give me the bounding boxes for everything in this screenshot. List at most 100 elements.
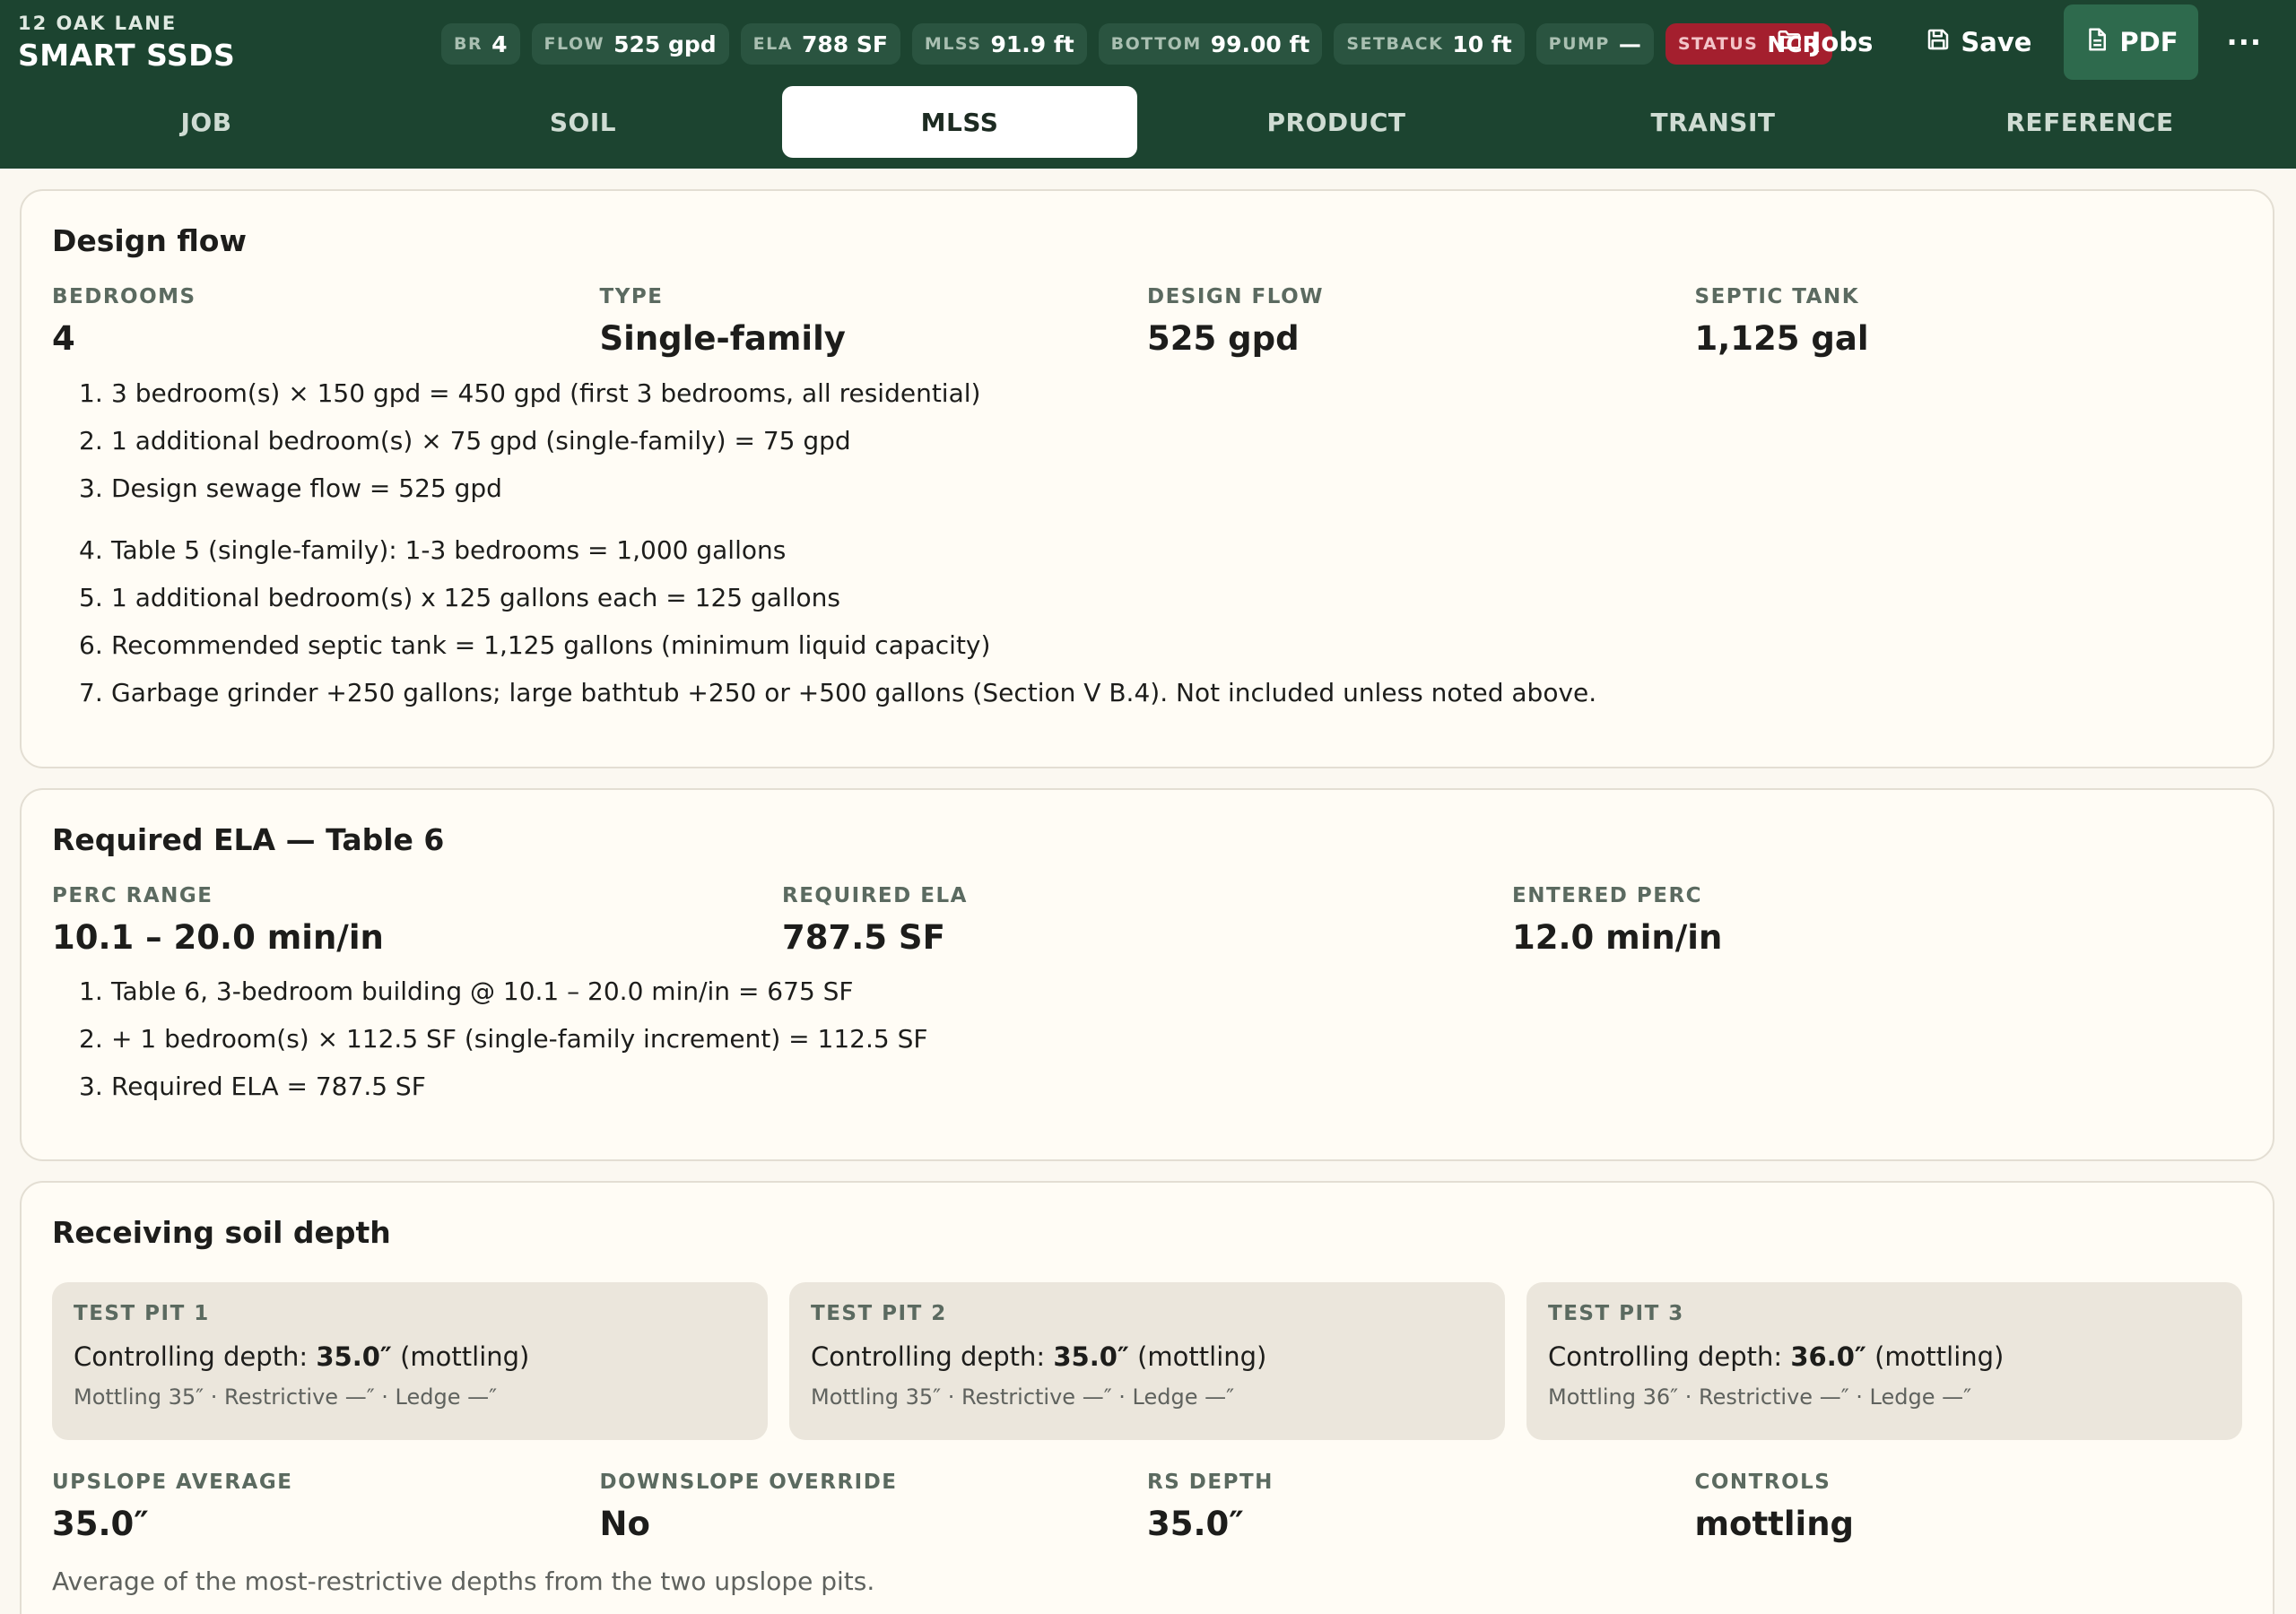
- depth-prefix: Controlling depth:: [811, 1341, 1046, 1372]
- jobs-button[interactable]: Jobs: [1756, 4, 1893, 80]
- list-item: 1. Table 6, 3-bedroom building @ 10.1 – 2…: [52, 968, 2242, 1015]
- stat-label: RS DEPTH: [1147, 1471, 1274, 1494]
- save-label: Save: [1961, 27, 2032, 57]
- step-text: Table 5 (single-family): 1-3 bedrooms = …: [111, 535, 787, 565]
- stat-label: SEPTIC TANK: [1694, 285, 1860, 308]
- tab-product[interactable]: PRODUCT: [1159, 86, 1514, 158]
- chip-setback[interactable]: SETBACK 10 ft: [1334, 23, 1525, 65]
- controlling-depth: Controlling depth: 35.0″ (mottling): [74, 1341, 746, 1372]
- chip-flow[interactable]: FLOW 525 gpd: [531, 23, 729, 65]
- step-text: Required ELA = 787.5 SF: [111, 1072, 426, 1101]
- chip-value: 91.9 ft: [990, 30, 1074, 57]
- stat-value: 35.0″: [52, 1505, 149, 1543]
- step-number: 7.: [79, 678, 103, 707]
- chip-key: MLSS: [924, 34, 982, 54]
- list-item: 3. Required ELA = 787.5 SF: [52, 1063, 2242, 1110]
- flow-steps-list: 1. 3 bedroom(s) × 150 gpd = 450 gpd (firs…: [52, 369, 2242, 512]
- step-text: Design sewage flow = 525 gpd: [111, 473, 502, 503]
- save-icon: [1925, 26, 1952, 59]
- stat-downslope-override: DOWNSLOPE OVERRIDE No: [600, 1471, 1148, 1543]
- job-address: 12 OAK LANE: [18, 13, 178, 34]
- depth-prefix: Controlling depth:: [74, 1341, 309, 1372]
- pdf-button[interactable]: PDF: [2064, 4, 2198, 80]
- chip-key: BOTTOM: [1110, 34, 1202, 54]
- step-number: 6.: [79, 630, 103, 660]
- card-title: Design flow: [52, 223, 247, 258]
- depth-value: 35.0″: [1053, 1341, 1129, 1372]
- list-item: 4. Table 5 (single-family): 1-3 bedrooms …: [52, 526, 2242, 574]
- step-number: 1.: [79, 976, 103, 1006]
- chip-br[interactable]: BR 4: [441, 23, 520, 65]
- stat-bedrooms: BEDROOMS 4: [52, 285, 600, 358]
- stat-value: 1,125 gal: [1694, 319, 1869, 358]
- design-flow-card: Design flow BEDROOMS 4 TYPE Single-famil…: [20, 189, 2274, 768]
- chip-value: 525 gpd: [613, 30, 717, 57]
- list-item: 2. 1 additional bedroom(s) × 75 gpd (sing…: [52, 417, 2242, 464]
- stat-label: ENTERED PERC: [1512, 884, 1703, 907]
- depth-cause: (mottling): [1874, 1341, 2005, 1372]
- chip-key: BR: [454, 34, 483, 54]
- chip-pump[interactable]: PUMP —: [1535, 23, 1654, 65]
- card-title: Required ELA — Table 6: [52, 822, 445, 857]
- controlling-depth: Controlling depth: 36.0″ (mottling): [1548, 1341, 2221, 1372]
- card-title: Receiving soil depth: [52, 1215, 391, 1250]
- stat-value: No: [599, 1505, 650, 1543]
- ela-steps-list: 1. Table 6, 3-bedroom building @ 10.1 – 2…: [52, 968, 2242, 1110]
- tab-reference[interactable]: REFERENCE: [1912, 86, 2267, 158]
- step-number: 1.: [79, 378, 103, 408]
- stat-value: 10.1 – 20.0 min/in: [52, 918, 384, 957]
- step-number: 3.: [79, 1072, 103, 1101]
- test-pits: TEST PIT 1 Controlling depth: 35.0″ (mot…: [52, 1282, 2242, 1440]
- stat-controls: CONTROLS mottling: [1695, 1471, 2243, 1543]
- chip-key: PUMP: [1548, 34, 1610, 54]
- stat-label: DOWNSLOPE OVERRIDE: [599, 1471, 898, 1494]
- list-item: 6. Recommended septic tank = 1,125 gallon…: [52, 621, 2242, 669]
- list-item: 7. Garbage grinder +250 gallons; large ba…: [52, 669, 2242, 716]
- summary-chips: BR 4 FLOW 525 gpd ELA 788 SF MLSS 91.9 f…: [441, 23, 1832, 65]
- step-number: 2.: [79, 1024, 103, 1054]
- chip-value: 4: [491, 30, 508, 57]
- step-text: + 1 bedroom(s) × 112.5 SF (single-family…: [111, 1024, 928, 1054]
- stat-value: mottling: [1694, 1505, 1855, 1543]
- folder-icon: [1776, 26, 1803, 59]
- stat-value: Single-family: [599, 319, 846, 358]
- chip-key: FLOW: [544, 34, 605, 54]
- test-pit-detail: Mottling 35″ · Restrictive —″ · Ledge —″: [74, 1384, 498, 1410]
- design-flow-stats: BEDROOMS 4 TYPE Single-family DESIGN FLO…: [52, 285, 2242, 358]
- step-text: Garbage grinder +250 gallons; large bath…: [111, 678, 1597, 707]
- test-pit-card: TEST PIT 3 Controlling depth: 36.0″ (mot…: [1526, 1282, 2242, 1440]
- test-pit-detail: Mottling 36″ · Restrictive —″ · Ledge —″: [1548, 1384, 1972, 1410]
- test-pit-title: TEST PIT 3: [1548, 1302, 1684, 1325]
- stat-required-ela: REQUIRED ELA 787.5 SF: [782, 884, 1512, 957]
- stat-type: TYPE Single-family: [600, 285, 1148, 358]
- depth-value: 36.0″: [1790, 1341, 1866, 1372]
- stat-label: REQUIRED ELA: [782, 884, 968, 907]
- depth-prefix: Controlling depth:: [1548, 1341, 1783, 1372]
- chip-key: ELA: [752, 34, 793, 54]
- pdf-label: PDF: [2119, 27, 2179, 57]
- stat-septic-tank: SEPTIC TANK 1,125 gal: [1695, 285, 2243, 358]
- chip-mlss[interactable]: MLSS 91.9 ft: [911, 23, 1087, 65]
- document-icon: [2083, 26, 2110, 59]
- header-actions: Jobs Save PDF ···: [1756, 4, 2278, 80]
- test-pit-card: TEST PIT 1 Controlling depth: 35.0″ (mot…: [52, 1282, 768, 1440]
- tab-transit[interactable]: TRANSIT: [1535, 86, 1891, 158]
- stat-label: TYPE: [599, 285, 664, 308]
- chip-ela[interactable]: ELA 788 SF: [740, 23, 900, 65]
- list-item: 2. + 1 bedroom(s) × 112.5 SF (single-fami…: [52, 1015, 2242, 1063]
- depth-cause: (mottling): [1137, 1341, 1267, 1372]
- test-pit-card: TEST PIT 2 Controlling depth: 35.0″ (mot…: [789, 1282, 1505, 1440]
- chip-bottom[interactable]: BOTTOM 99.00 ft: [1098, 23, 1323, 65]
- tab-job[interactable]: JOB: [29, 86, 384, 158]
- soil-depth-note: Average of the most-restrictive depths f…: [52, 1566, 875, 1596]
- test-pit-title: TEST PIT 1: [74, 1302, 210, 1325]
- chip-value: 788 SF: [801, 30, 888, 57]
- tab-soil[interactable]: SOIL: [405, 86, 761, 158]
- chip-key: SETBACK: [1346, 34, 1444, 54]
- app-name: SMART SSDS: [18, 38, 236, 73]
- more-menu-button[interactable]: ···: [2211, 4, 2278, 80]
- stat-value: 525 gpd: [1147, 319, 1300, 358]
- tab-mlss[interactable]: MLSS: [782, 86, 1137, 158]
- save-button[interactable]: Save: [1905, 4, 2051, 80]
- chip-value: 10 ft: [1452, 30, 1512, 57]
